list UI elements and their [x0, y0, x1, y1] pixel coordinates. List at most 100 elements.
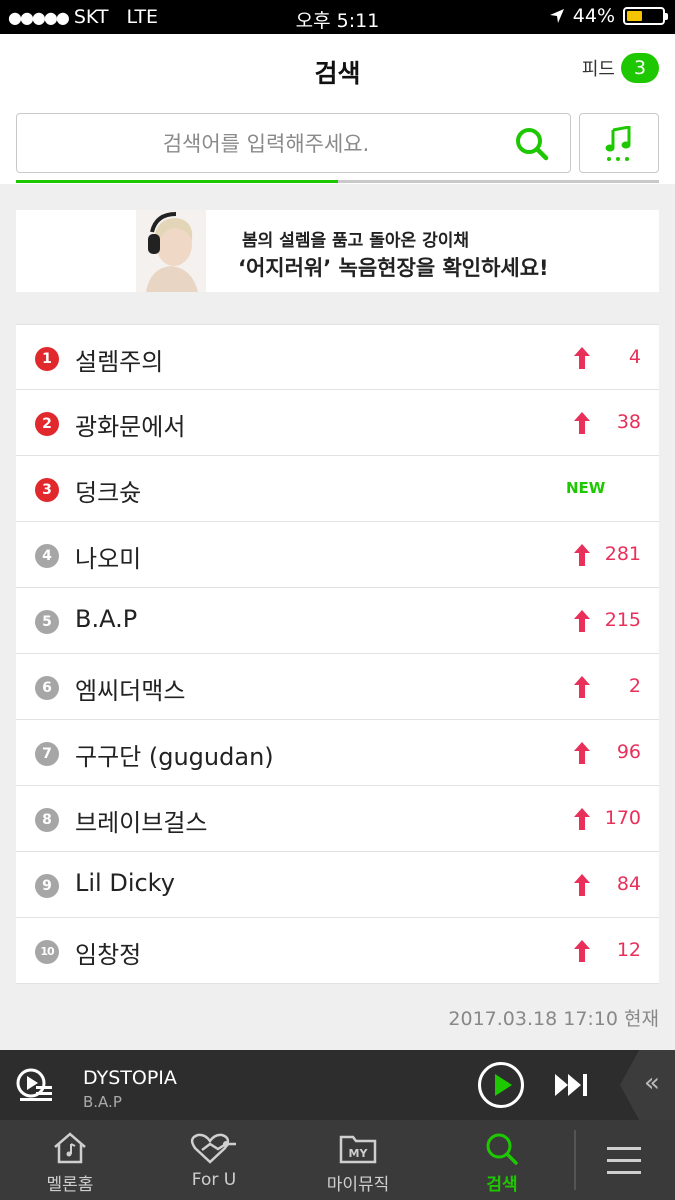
menu-button[interactable] — [590, 1120, 675, 1200]
home-icon — [54, 1132, 86, 1164]
svg-text:MY: MY — [349, 1147, 369, 1160]
tab-my-music[interactable]: MY 마이뮤직 — [298, 1120, 418, 1200]
list-item[interactable]: 2 광화문에서 38 — [16, 390, 659, 456]
list-item[interactable]: 4 나오미 281 — [16, 522, 659, 588]
rank-keyword: 광화문에서 — [75, 413, 186, 441]
rank-keyword: 나오미 — [75, 545, 142, 573]
tab-for-u[interactable]: For U — [154, 1120, 274, 1200]
rank-change: 170 — [604, 807, 641, 829]
banner-line-2: ‘어지러워’ 녹음현장을 확인하세요! — [238, 256, 549, 280]
rank-up-icon — [574, 874, 590, 896]
double-chevron-left-icon: « — [644, 1068, 660, 1098]
rank-up-icon — [574, 544, 590, 566]
tab-divider — [574, 1130, 576, 1190]
list-item[interactable]: 10 임창정 12 — [16, 918, 659, 984]
battery-icon — [623, 7, 668, 25]
search-input[interactable] — [31, 124, 501, 164]
status-right: 44% — [549, 5, 668, 27]
play-button[interactable] — [478, 1062, 524, 1108]
artist-photo — [136, 210, 206, 292]
list-item[interactable]: 5 B.A.P 215 — [16, 588, 659, 654]
ranking-timestamp: 2017.03.18 17:10 현재 — [448, 1008, 659, 1030]
tab-label: 마이뮤직 — [326, 1175, 390, 1195]
collapse-player-button[interactable]: « — [620, 1050, 675, 1120]
search-icon[interactable] — [514, 126, 550, 162]
feed-label: 피드 — [581, 59, 615, 80]
rank-up-icon — [574, 412, 590, 434]
rank-change: 2 — [628, 675, 641, 697]
rank-change: 84 — [616, 873, 641, 895]
search-area — [0, 104, 675, 184]
rank-change: 12 — [616, 939, 641, 961]
next-track-icon[interactable] — [555, 1072, 591, 1098]
realtime-search-ranking: 1 설렘주의 4 2 광화문에서 38 3 덩크슛 NEW 4 나오미 2 8 1 … — [16, 324, 659, 984]
music-note-icon — [605, 126, 631, 161]
list-item[interactable]: 8 브레이브걸스 170 — [16, 786, 659, 852]
rank-keyword: 덩크슛 — [75, 479, 142, 507]
list-item[interactable]: 3 덩크슛 NEW — [16, 456, 659, 522]
rank-change: 4 — [628, 346, 641, 368]
tab-label: 검색 — [486, 1175, 518, 1195]
playlist-icon[interactable] — [16, 1068, 54, 1102]
loading-progress-bar — [16, 180, 659, 183]
feed-button[interactable]: 피드 3 — [582, 53, 659, 83]
rank-change: 281 — [604, 543, 641, 565]
rank-up-icon — [574, 347, 590, 369]
rank-number: 10 — [35, 940, 59, 964]
feed-count-badge: 3 — [621, 53, 659, 83]
rank-number: 2 — [35, 412, 59, 436]
rank-number: 4 — [35, 544, 59, 568]
rank-number: 5 — [35, 610, 59, 634]
rank-number: 1 — [35, 347, 59, 371]
list-item[interactable]: 7 구구단 (gugudan) 96 — [16, 720, 659, 786]
rank-keyword: B.A.P — [75, 605, 138, 633]
tab-label: 멜론홈 — [46, 1175, 94, 1195]
promo-banner[interactable]: 봄의 설렘을 품고 돌아온 강이채 ‘어지러워’ 녹음현장을 확인하세요! — [16, 210, 659, 292]
bottom-tab-bar: 멜론홈 For U MY 마이뮤직 검색 — [0, 1120, 675, 1200]
hamburger-line — [607, 1159, 641, 1162]
rank-number: 6 — [35, 676, 59, 700]
status-bar: ●●●●● SKT LTE 오후 5:11 44% — [0, 0, 675, 34]
rank-change: 215 — [604, 609, 641, 631]
rank-change: 38 — [616, 411, 641, 433]
rank-up-icon — [574, 676, 590, 698]
page-title: 검색 — [314, 59, 361, 88]
battery-percent: 44% — [572, 5, 615, 27]
rank-up-icon — [574, 808, 590, 830]
my-folder-icon: MY — [339, 1135, 377, 1164]
heart-icon — [190, 1133, 236, 1164]
rank-up-icon — [574, 610, 590, 632]
music-recognition-button[interactable] — [579, 113, 659, 173]
banner-line-1: 봄의 설렘을 품고 돌아온 강이채 — [242, 231, 469, 251]
now-playing-artist: B.A.P — [83, 1093, 122, 1111]
rank-keyword: 구구단 (gugudan) — [75, 743, 274, 771]
list-item[interactable]: 9 Lil Dicky 84 — [16, 852, 659, 918]
rank-number: 7 — [35, 742, 59, 766]
mini-player[interactable]: DYSTOPIA B.A.P « — [0, 1050, 675, 1120]
rank-up-icon — [574, 940, 590, 962]
new-badge: NEW — [566, 479, 606, 497]
search-box[interactable] — [16, 113, 571, 173]
rank-keyword: 엠씨더맥스 — [75, 677, 186, 705]
list-item[interactable]: 1 설렘주의 4 — [16, 324, 659, 390]
rank-keyword: 임창정 — [75, 941, 142, 969]
rank-up-icon — [574, 742, 590, 764]
list-item[interactable]: 6 엠씨더맥스 2 — [16, 654, 659, 720]
tab-melon-home[interactable]: 멜론홈 — [10, 1120, 130, 1200]
rank-keyword: 설렘주의 — [75, 348, 164, 376]
rank-number: 8 — [35, 808, 59, 832]
rank-keyword: 브레이브걸스 — [75, 809, 208, 837]
rank-change: 96 — [616, 741, 641, 763]
search-icon — [486, 1133, 518, 1165]
hamburger-menu-icon — [607, 1147, 641, 1150]
rank-keyword: Lil Dicky — [75, 869, 175, 897]
tab-search[interactable]: 검색 — [442, 1120, 562, 1200]
rank-number: 9 — [35, 874, 59, 898]
rank-number: 3 — [35, 478, 59, 502]
now-playing-title: DYSTOPIA — [83, 1067, 177, 1089]
play-icon — [495, 1074, 512, 1096]
tab-label: For U — [191, 1170, 237, 1190]
app-header: 검색 피드 3 — [0, 34, 675, 104]
location-arrow-icon — [549, 9, 564, 23]
hamburger-line — [607, 1171, 641, 1174]
